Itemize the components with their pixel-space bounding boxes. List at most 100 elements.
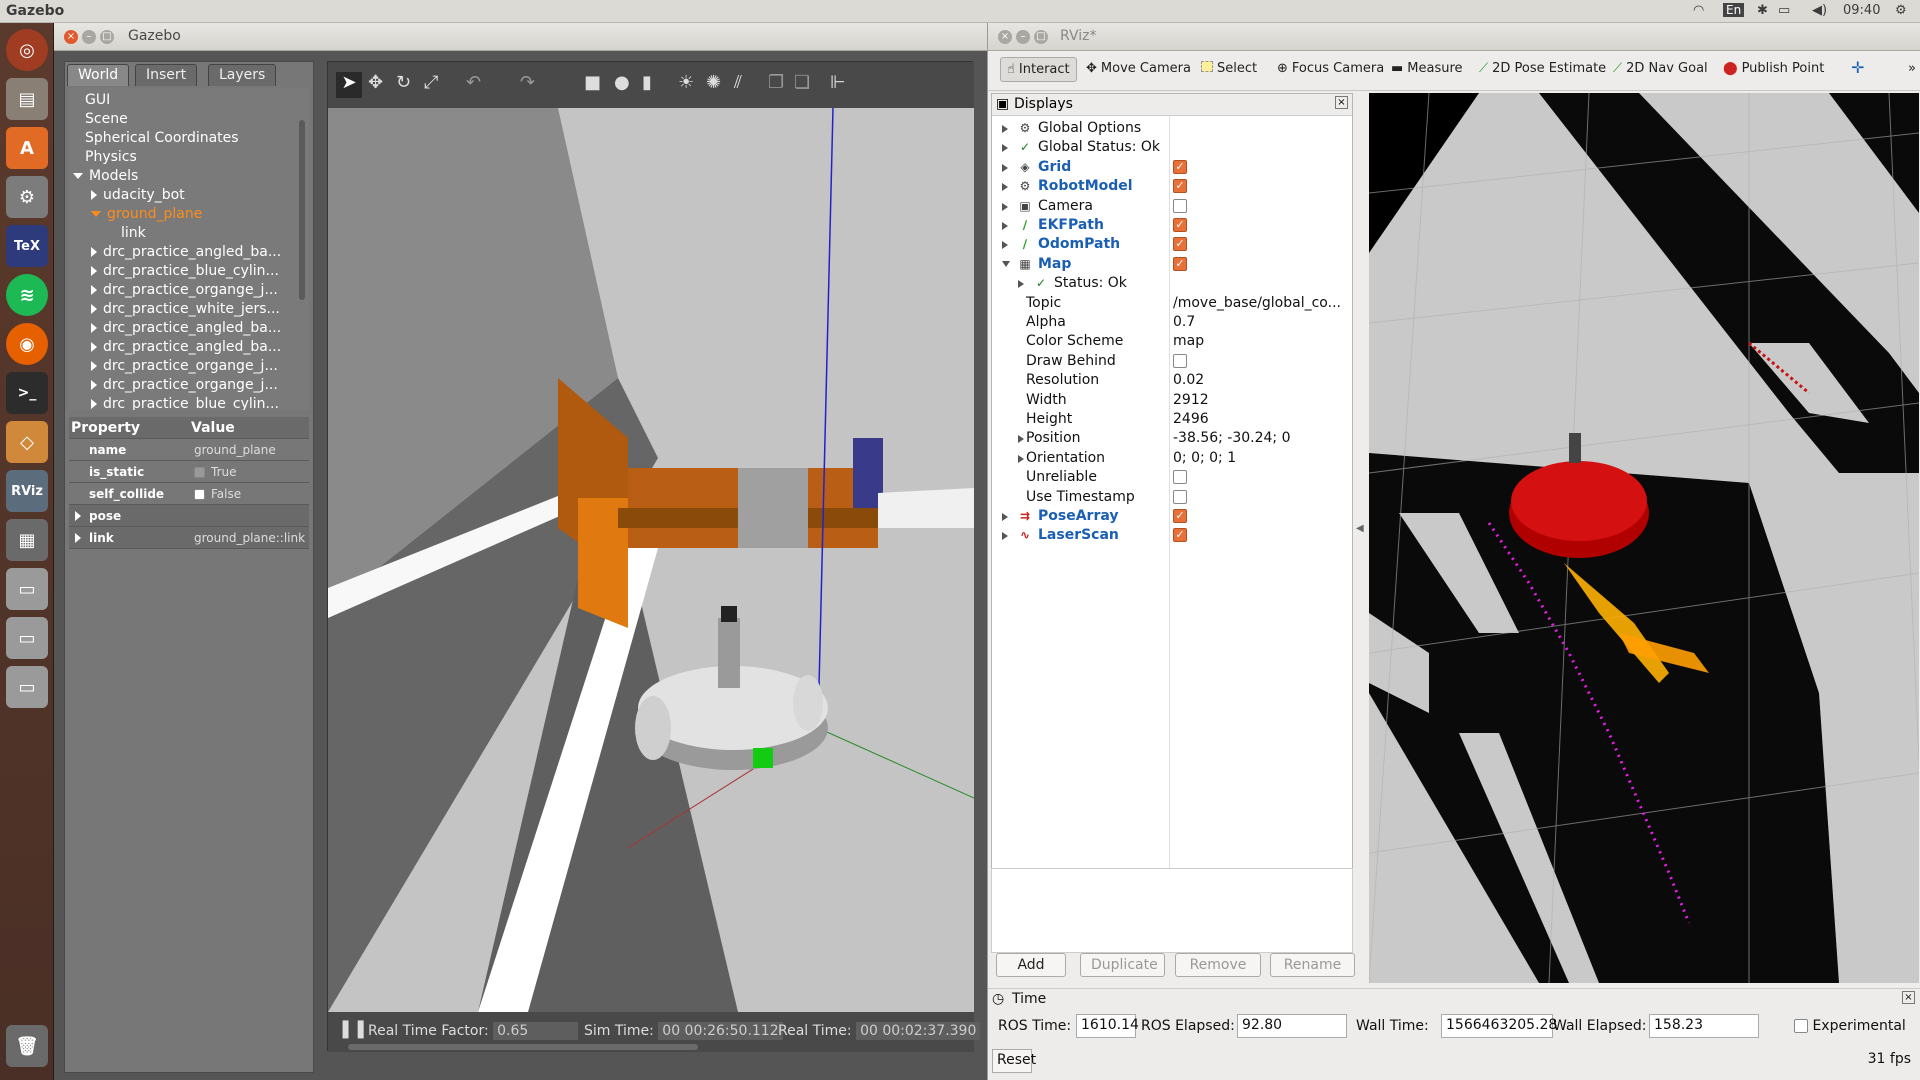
tree-item[interactable]: drc_practice_white_jers... [91, 301, 280, 320]
display-value[interactable]: 0; 0; 0; 1 [1173, 450, 1236, 466]
expand-right-icon[interactable] [91, 342, 97, 352]
expand-arrow-icon[interactable] [1002, 144, 1008, 153]
expand-down-icon[interactable] [91, 211, 101, 217]
measure-tool[interactable]: ▬ Measure [1391, 61, 1463, 76]
display-value[interactable] [1173, 198, 1187, 214]
display-value[interactable]: ✓ [1173, 236, 1187, 252]
expand-right-icon[interactable] [91, 285, 97, 295]
display-row[interactable]: ⚙ Global Options [992, 120, 1352, 139]
focus-camera-tool[interactable]: ⊕ Focus Camera [1277, 61, 1384, 76]
display-enabled-checkbox[interactable]: ✓ [1173, 528, 1187, 543]
expand-arrow-icon[interactable] [1002, 183, 1008, 192]
display-enabled-checkbox[interactable] [1173, 470, 1187, 485]
spotify-icon[interactable]: ≋ [6, 274, 48, 316]
property-checkbox[interactable] [194, 467, 205, 478]
property-row[interactable]: link ground_plane::link [69, 527, 309, 549]
experimental-toggle[interactable]: Experimental [1794, 1018, 1906, 1034]
gazebo-3d-viewport[interactable] [328, 108, 974, 1012]
display-row[interactable]: Width 2912 [992, 392, 1352, 411]
display-enabled-checkbox[interactable]: ✓ [1173, 509, 1187, 523]
expand-right-icon[interactable] [91, 190, 97, 200]
tree-item[interactable]: Physics [73, 149, 137, 168]
rename-display-button[interactable]: Rename [1270, 953, 1355, 977]
property-row[interactable]: self_collide False [69, 483, 309, 505]
display-row[interactable]: Position -38.56; -30.24; 0 [992, 430, 1352, 449]
pause-icon[interactable]: ❚❚ [338, 1018, 368, 1039]
display-value[interactable]: ✓ [1173, 256, 1187, 272]
display-row[interactable]: Alpha 0.7 [992, 314, 1352, 333]
select-tool[interactable]: Select [1201, 61, 1257, 76]
interact-tool[interactable]: ☝ Interact [1000, 57, 1077, 82]
box-shape-icon[interactable]: ■ [584, 72, 601, 93]
close-panel-icon[interactable]: × [1335, 96, 1348, 109]
battery-icon[interactable]: ▭ [1778, 3, 1790, 18]
spot-light-icon[interactable]: ✺ [706, 72, 721, 93]
publish-point-tool[interactable]: ⬤ Publish Point [1723, 61, 1824, 76]
display-enabled-checkbox[interactable]: ✓ [1173, 179, 1187, 194]
display-row[interactable]: ▣ Camera [992, 198, 1352, 217]
texmaker-icon[interactable]: TeX [6, 225, 48, 267]
property-row[interactable]: pose [69, 505, 309, 527]
expand-arrow-icon[interactable] [1002, 222, 1008, 230]
expand-right-icon[interactable] [91, 361, 97, 371]
expand-right-icon[interactable] [75, 533, 81, 543]
ubuntu-dash-icon[interactable]: ◎ [6, 29, 48, 71]
pose-estimate-tool[interactable]: ⟋ 2D Pose Estimate [1479, 61, 1606, 76]
gazebo-launcher-icon[interactable]: ◇ [6, 421, 48, 463]
terminal-icon[interactable]: >_ [6, 372, 48, 414]
expand-right-icon[interactable] [91, 304, 97, 314]
display-enabled-checkbox[interactable] [1173, 198, 1187, 213]
copy-icon[interactable]: ❐ [768, 72, 784, 93]
expand-down-icon[interactable] [73, 173, 83, 179]
display-enabled-checkbox[interactable] [1173, 489, 1187, 504]
display-row[interactable]: ⚙ RobotModel ✓ [992, 178, 1352, 197]
expand-arrow-icon[interactable] [1002, 532, 1008, 541]
tree-item[interactable]: drc_practice_angled_ba... [91, 339, 281, 358]
tree-item[interactable]: link [109, 225, 146, 244]
display-enabled-checkbox[interactable]: ✓ [1173, 218, 1187, 232]
align-icon[interactable]: ⊩ [830, 72, 846, 93]
display-enabled-checkbox[interactable] [1173, 353, 1187, 368]
close-icon[interactable]: × [64, 30, 78, 44]
volume-icon[interactable]: ◀) [1812, 3, 1827, 18]
paste-icon[interactable]: ❏ [794, 72, 810, 93]
tab-insert[interactable]: Insert [135, 64, 198, 86]
move-camera-tool[interactable]: ✥ Move Camera [1086, 61, 1191, 76]
display-value[interactable] [1173, 489, 1187, 505]
expand-arrow-icon[interactable] [1018, 454, 1024, 463]
tree-item[interactable]: GUI [73, 92, 110, 111]
software-center-icon[interactable]: A [6, 127, 48, 169]
display-row[interactable]: Color Scheme map [992, 333, 1352, 352]
expand-arrow-icon[interactable] [1018, 280, 1024, 289]
display-row[interactable]: ⇉ PoseArray ✓ [992, 508, 1352, 527]
display-row[interactable]: Use Timestamp [992, 489, 1352, 508]
expand-right-icon[interactable] [75, 511, 81, 521]
tree-item[interactable]: drc_practice_blue_cylin... [91, 396, 279, 410]
display-value[interactable]: ✓ [1173, 178, 1187, 194]
display-row[interactable]: ∿ LaserScan ✓ [992, 527, 1352, 546]
rotate-icon[interactable]: ↻ [396, 72, 411, 93]
remove-display-button[interactable]: Remove [1175, 953, 1261, 977]
display-value[interactable]: -38.56; -30.24; 0 [1173, 430, 1291, 446]
property-checkbox[interactable] [194, 489, 205, 500]
collapse-arrow-icon[interactable] [1002, 260, 1010, 267]
property-row[interactable]: name ground_plane [69, 439, 309, 461]
display-row[interactable]: ∕ OdomPath ✓ [992, 236, 1352, 255]
experimental-checkbox[interactable] [1794, 1019, 1808, 1033]
display-row[interactable]: ∕ EKFPath ✓ [992, 217, 1352, 236]
tree-item[interactable]: drc_practice_organge_j... [91, 358, 278, 377]
tree-item[interactable]: ground_plane [91, 206, 202, 225]
settings-icon[interactable]: ⚙ [6, 176, 48, 218]
expand-arrow-icon[interactable] [1002, 125, 1008, 133]
sphere-shape-icon[interactable]: ● [614, 72, 630, 93]
wifi-icon[interactable]: ◠ [1693, 3, 1704, 18]
display-value[interactable]: map [1173, 333, 1204, 349]
tree-scrollbar[interactable] [299, 120, 305, 300]
clock[interactable]: 09:40 [1843, 3, 1880, 18]
rviz-launcher-icon[interactable]: RViz [6, 470, 48, 512]
display-value[interactable]: ✓ [1173, 508, 1187, 524]
scale-icon[interactable]: ⤢ [424, 72, 438, 93]
display-row[interactable]: Orientation 0; 0; 0; 1 [992, 450, 1352, 469]
tree-item[interactable]: drc_practice_angled_ba... [91, 320, 281, 339]
power-icon[interactable]: ⚙ [1895, 3, 1907, 18]
